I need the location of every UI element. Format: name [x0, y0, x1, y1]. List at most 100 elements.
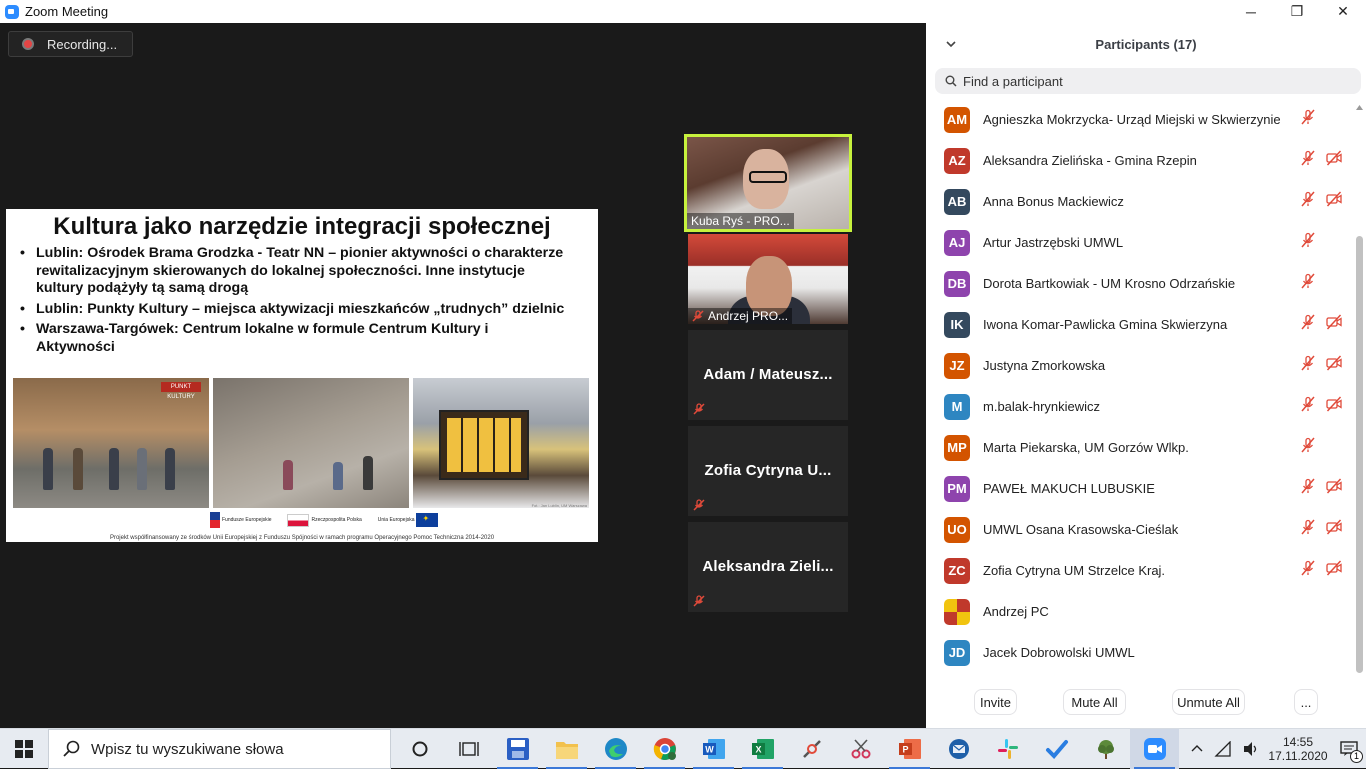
participant-name: Aleksandra Zielińska - Gmina Rzepin	[983, 153, 1197, 168]
taskbar-app-todo[interactable]	[1032, 729, 1081, 769]
taskbar-app-excel[interactable]: X	[738, 729, 787, 769]
participant-row[interactable]: PM PAWEŁ MAKUCH LUBUSKIE	[926, 468, 1356, 509]
participant-row[interactable]: Andrzej PC	[926, 591, 1356, 632]
chevron-up-icon[interactable]	[1190, 742, 1204, 756]
participant-name: Iwona Komar-Pawlicka Gmina Skwierzyna	[983, 317, 1228, 332]
participant-search[interactable]	[935, 68, 1361, 94]
taskbar-app-file-explorer[interactable]	[542, 729, 591, 769]
taskbar-app-word[interactable]: W	[689, 729, 738, 769]
scroll-up-icon[interactable]	[1356, 104, 1363, 110]
video-off-icon	[1326, 355, 1342, 376]
mic-muted-icon	[1300, 560, 1316, 581]
tree-app-icon	[1094, 737, 1118, 761]
participant-name: Agnieszka Mokrzycka- Urząd Miejski w Skw…	[983, 112, 1281, 127]
meeting-stage: Recording... Kultura jako narzędzie inte…	[0, 23, 926, 728]
search-input[interactable]	[963, 73, 1343, 89]
participant-row[interactable]: MP Marta Piekarska, UM Gorzów Wlkp.	[926, 427, 1356, 468]
video-tile-active-speaker[interactable]: Kuba Ryś - PRO...	[684, 134, 852, 232]
video-off-icon	[1326, 314, 1342, 335]
video-tile[interactable]: Zofia Cytryna U...	[688, 426, 848, 516]
participant-name: m.balak-hrynkiewicz	[983, 399, 1101, 414]
mic-muted-icon	[693, 403, 705, 415]
participant-row[interactable]: AM Agnieszka Mokrzycka- Urząd Miejski w S…	[926, 99, 1356, 140]
unmute-all-button[interactable]: Unmute All	[1172, 689, 1245, 715]
participant-row[interactable]: AZ Aleksandra Zielińska - Gmina Rzepin	[926, 140, 1356, 181]
task-view-icon	[458, 740, 479, 758]
clock-date: 17.11.2020	[1268, 749, 1328, 763]
slide-bullets: Lublin: Ośrodek Brama Grodzka - Teatr NN…	[20, 245, 570, 356]
participant-status-icons	[1300, 273, 1342, 294]
network-icon[interactable]	[1214, 741, 1232, 757]
taskbar-app-snip[interactable]	[836, 729, 885, 769]
participant-row[interactable]: JD Jacek Dobrowolski UMWL	[926, 632, 1356, 673]
funding-logos: Fundusze Europejskie Rzeczpospolita Pols…	[210, 512, 439, 528]
taskbar-app-app[interactable]	[787, 729, 836, 769]
start-button[interactable]	[0, 729, 48, 769]
mic-muted-icon	[693, 595, 705, 607]
taskbar-app-slack[interactable]	[983, 729, 1032, 769]
slide-footer: Fundusze Europejskie Rzeczpospolita Pols…	[6, 510, 598, 542]
participant-row[interactable]: AB Anna Bonus Mackiewicz	[926, 181, 1356, 222]
excel-icon: X	[751, 737, 775, 761]
taskbar-app-thunderbird[interactable]	[934, 729, 983, 769]
slide-photos: PUNKT KULTURY Fot.: Jan Lublin, UM Warsz…	[13, 378, 589, 508]
participant-row[interactable]: IK Iwona Komar-Pawlicka Gmina Skwierzyna	[926, 304, 1356, 345]
logo-label: Rzeczpospolita Polska	[311, 517, 362, 523]
participant-status-icons	[1300, 437, 1342, 458]
video-tile[interactable]: Andrzej PRO...	[688, 234, 848, 324]
close-button[interactable]: ✕	[1320, 0, 1366, 23]
taskbar-app-save-app[interactable]	[493, 729, 542, 769]
taskbar-search-placeholder: Wpisz tu wyszukiwane słowa	[91, 740, 284, 758]
participant-name: Zofia Cytryna UM Strzelce Kraj.	[983, 563, 1166, 578]
slide-photo-building: Fot.: Jan Lublin, UM Warszawa	[413, 378, 589, 508]
recording-label: Recording...	[47, 36, 118, 52]
video-off-icon	[1326, 191, 1342, 212]
participant-row[interactable]: JZ Justyna Zmorkowska	[926, 345, 1356, 386]
minimize-button[interactable]: ─	[1228, 0, 1274, 23]
participant-row[interactable]: DB Dorota Bartkowiak - UM Krosno Odrzańsk…	[926, 263, 1356, 304]
video-tile[interactable]: Aleksandra Zieli...	[688, 522, 848, 612]
video-tile-name: Adam / Mateusz...	[703, 366, 833, 383]
taskbar-app-tree-app[interactable]	[1081, 729, 1130, 769]
mic-muted-icon	[1300, 519, 1316, 540]
participant-row[interactable]: UO UMWL Osana Krasowska-Cieślak	[926, 509, 1356, 550]
mic-muted-icon	[1300, 109, 1316, 130]
photo-sign: PUNKT KULTURY	[161, 382, 201, 400]
taskbar-search[interactable]: Wpisz tu wyszukiwane słowa	[48, 729, 391, 769]
taskbar-app-task-view[interactable]	[444, 729, 493, 769]
fundusze-logo: Fundusze Europejskie	[210, 512, 271, 528]
taskbar-app-zoom[interactable]	[1130, 729, 1179, 769]
participant-row[interactable]: Mm.balak-hrynkiewicz	[926, 386, 1356, 427]
participants-panel: Participants (17) AM Agnieszka Mokrzycka-…	[926, 23, 1366, 728]
participant-name: Anna Bonus Mackiewicz	[983, 194, 1124, 209]
taskbar-app-cortana[interactable]	[395, 729, 444, 769]
participant-name: Dorota Bartkowiak - UM Krosno Odrzańskie	[983, 276, 1236, 291]
invite-button[interactable]: Invite	[974, 689, 1017, 715]
more-button[interactable]: ...	[1294, 689, 1318, 715]
avatar: JZ	[944, 352, 970, 379]
video-tile-name-text: Andrzej PRO...	[708, 309, 789, 323]
avatar	[944, 598, 970, 625]
taskbar-app-edge[interactable]	[591, 729, 640, 769]
participant-row[interactable]: ZC Zofia Cytryna UM Strzelce Kraj.	[926, 550, 1356, 591]
participant-name: UMWL Osana Krasowska-Cieślak	[983, 522, 1179, 537]
slide-bullet: Warszawa-Targówek: Centrum lokalne w for…	[20, 321, 570, 356]
taskbar-app-chrome[interactable]	[640, 729, 689, 769]
notification-count: 1	[1350, 750, 1363, 763]
taskbar-clock[interactable]: 14:55 17.11.2020	[1264, 735, 1332, 763]
volume-icon[interactable]	[1242, 741, 1260, 757]
taskbar-app-powerpoint[interactable]: P	[885, 729, 934, 769]
mic-muted-icon	[1300, 314, 1316, 335]
avatar: UO	[944, 516, 970, 543]
video-tile[interactable]: Adam / Mateusz...	[688, 330, 848, 420]
restore-button[interactable]: ❐	[1274, 0, 1320, 23]
action-center-button[interactable]: 1	[1332, 729, 1366, 769]
participant-row[interactable]: AJ Artur Jastrzębski UMWL	[926, 222, 1356, 263]
participant-list-scrollbar[interactable]	[1356, 236, 1363, 673]
mute-all-button[interactable]: Mute All	[1063, 689, 1126, 715]
avatar: AB	[944, 188, 970, 215]
slide-bullet: Lublin: Ośrodek Brama Grodzka - Teatr NN…	[20, 245, 570, 298]
video-off-icon	[1326, 519, 1342, 540]
video-off-icon	[1326, 478, 1342, 499]
recording-indicator[interactable]: Recording...	[8, 31, 133, 57]
